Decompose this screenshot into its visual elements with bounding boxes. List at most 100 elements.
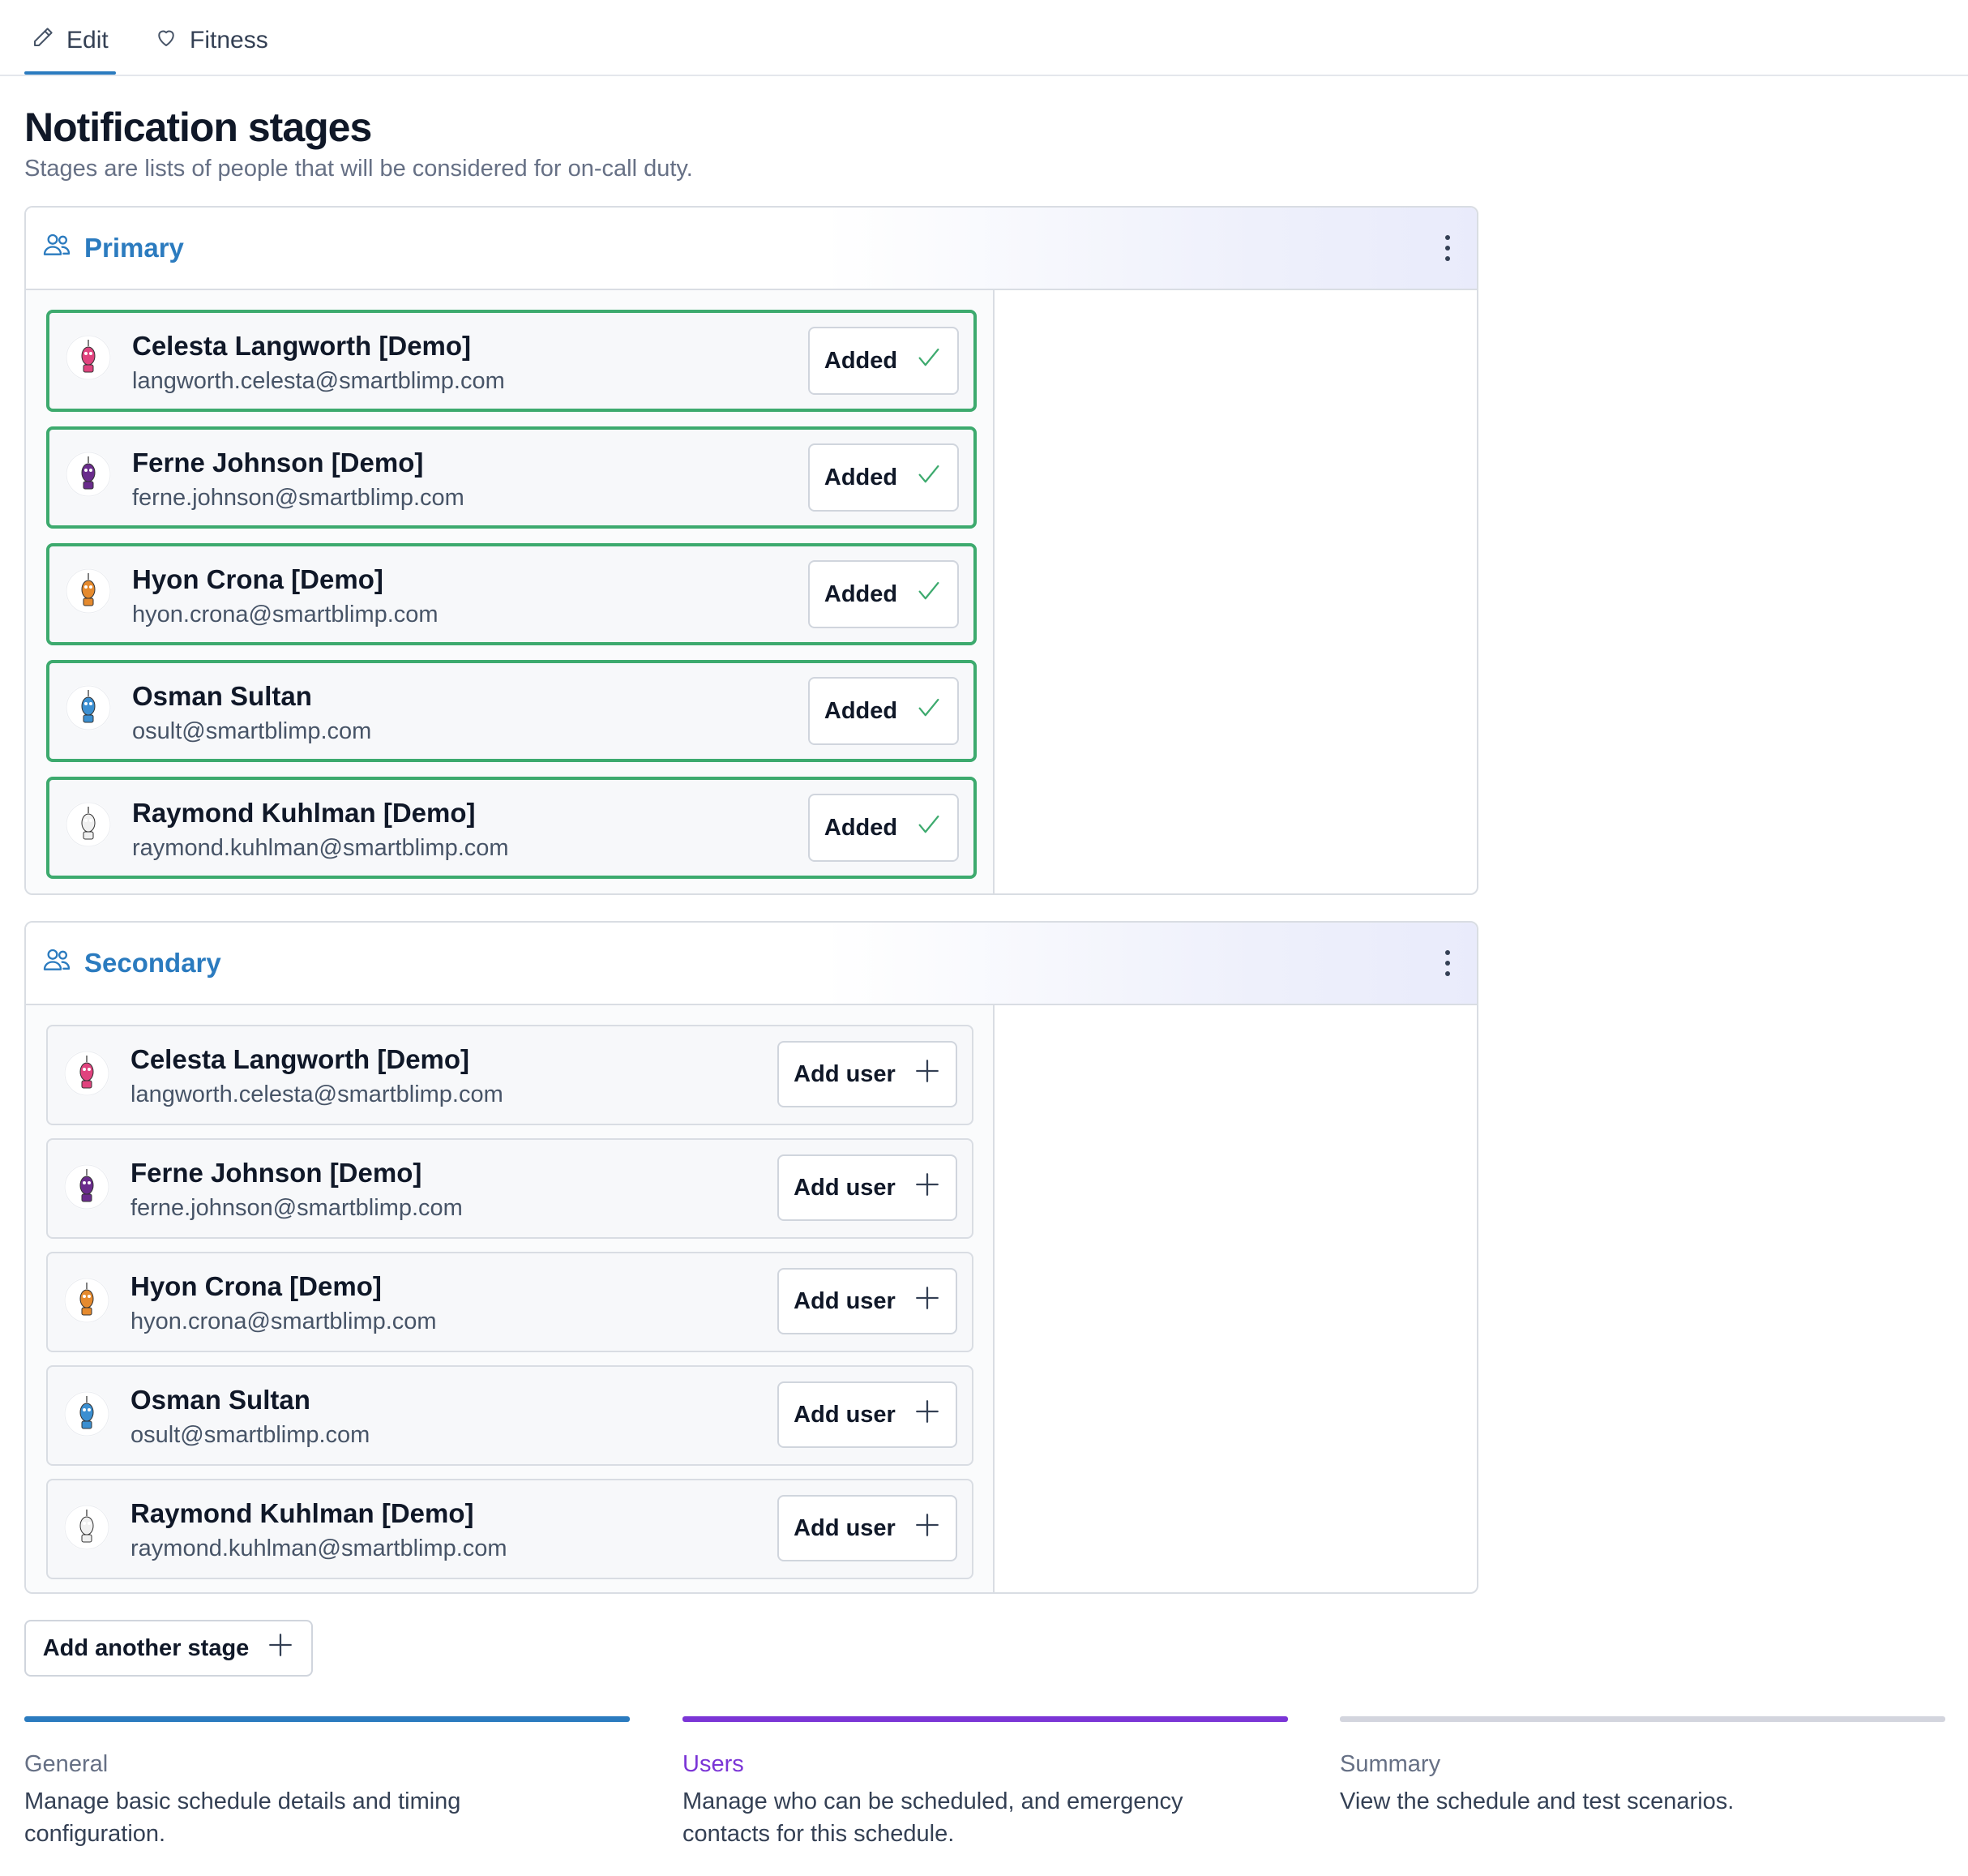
step-progress-bar <box>682 1716 1288 1722</box>
stage-menu-button[interactable] <box>1440 235 1456 261</box>
people-icon <box>41 944 73 983</box>
button-label: Add user <box>794 1174 896 1201</box>
user-name: Celesta Langworth [Demo] <box>132 331 472 361</box>
heart-icon <box>154 25 178 56</box>
button-label: Added <box>824 697 898 724</box>
check-icon <box>915 460 943 495</box>
step-description: Manage who can be scheduled, and emergen… <box>682 1788 1183 1847</box>
added-button[interactable]: Added <box>808 327 959 395</box>
button-label: Added <box>824 464 898 490</box>
stage-menu-button[interactable] <box>1440 950 1456 976</box>
user-card: Osman Sultan osult@smartblimp.com Added <box>46 660 977 762</box>
add-user-button[interactable]: Add user <box>777 1268 957 1334</box>
kebab-dot <box>1445 971 1450 976</box>
kebab-dot <box>1445 246 1450 251</box>
plus-icon <box>267 1631 294 1665</box>
user-email: langworth.celesta@smartblimp.com <box>132 368 505 394</box>
plus-icon <box>913 1057 941 1091</box>
stage-header: Primary <box>26 208 1477 290</box>
user-name: Hyon Crona [Demo] <box>132 564 383 594</box>
user-name: Osman Sultan <box>130 1385 310 1415</box>
step-title-summary[interactable]: Summary <box>1340 1751 1440 1778</box>
add-user-button[interactable]: Add user <box>777 1041 957 1107</box>
tab-edit[interactable]: Edit <box>31 23 109 58</box>
button-label: Added <box>824 347 898 374</box>
button-label: Added <box>824 814 898 841</box>
stage-user-list: Celesta Langworth [Demo] langworth.celest… <box>26 1005 995 1592</box>
step-progress-bar <box>1340 1716 1945 1722</box>
active-tab-indicator <box>24 71 116 75</box>
avatar <box>66 452 111 497</box>
user-email: hyon.crona@smartblimp.com <box>132 602 439 627</box>
avatar <box>66 685 111 730</box>
user-name: Ferne Johnson [Demo] <box>132 448 424 478</box>
stage-title[interactable]: Secondary <box>41 923 221 1004</box>
user-email: raymond.kuhlman@smartblimp.com <box>130 1535 507 1561</box>
button-label: Add user <box>794 1060 896 1087</box>
step-progress-bar <box>24 1716 630 1722</box>
avatar <box>64 1278 109 1323</box>
tab-fitness-label: Fitness <box>190 27 268 54</box>
kebab-dot <box>1445 950 1450 955</box>
plus-icon <box>913 1511 941 1545</box>
stage-user-list: Celesta Langworth [Demo] langworth.celest… <box>26 290 995 893</box>
user-card: Osman Sultan osult@smartblimp.com Add user <box>46 1365 973 1466</box>
step-description: View the schedule and test scenarios. <box>1340 1788 1735 1814</box>
add-user-button[interactable]: Add user <box>777 1495 957 1561</box>
user-email: ferne.johnson@smartblimp.com <box>130 1195 463 1221</box>
user-name: Celesta Langworth [Demo] <box>130 1044 470 1074</box>
stage-header: Secondary <box>26 923 1477 1005</box>
kebab-dot <box>1445 235 1450 240</box>
plus-icon <box>913 1171 941 1205</box>
tab-bar <box>0 0 1968 76</box>
button-label: Add user <box>794 1287 896 1314</box>
user-card: Raymond Kuhlman [Demo] raymond.kuhlman@sm… <box>46 777 977 879</box>
kebab-dot <box>1445 961 1450 966</box>
plus-icon <box>913 1284 941 1318</box>
avatar <box>66 568 111 614</box>
step-title-general[interactable]: General <box>24 1751 108 1778</box>
user-card: Ferne Johnson [Demo] ferne.johnson@smartb… <box>46 426 977 529</box>
stage-name-label: Primary <box>84 233 184 263</box>
added-button[interactable]: Added <box>808 443 959 512</box>
step-title-users[interactable]: Users <box>682 1751 744 1778</box>
user-email: ferne.johnson@smartblimp.com <box>132 485 464 511</box>
page-title: Notification stages <box>24 105 372 150</box>
added-button[interactable]: Added <box>808 560 959 628</box>
add-stage-button[interactable]: Add another stage <box>24 1620 313 1677</box>
user-card: Raymond Kuhlman [Demo] raymond.kuhlman@sm… <box>46 1479 973 1579</box>
add-user-button[interactable]: Add user <box>777 1154 957 1221</box>
stage-title[interactable]: Primary <box>41 208 184 289</box>
check-icon <box>915 344 943 378</box>
step-description: Manage basic schedule details and timing… <box>24 1788 461 1847</box>
button-label: Add user <box>794 1401 896 1428</box>
button-label: Add user <box>794 1514 896 1541</box>
add-stage-label: Add another stage <box>42 1634 250 1661</box>
check-icon <box>915 811 943 845</box>
pencil-icon <box>31 25 55 56</box>
avatar <box>66 802 111 847</box>
avatar <box>64 1505 109 1550</box>
avatar <box>64 1051 109 1096</box>
avatar <box>64 1391 109 1437</box>
user-name: Raymond Kuhlman [Demo] <box>132 798 476 828</box>
user-name: Osman Sultan <box>132 681 312 711</box>
kebab-dot <box>1445 256 1450 261</box>
user-email: hyon.crona@smartblimp.com <box>130 1308 437 1334</box>
check-icon <box>915 577 943 611</box>
stage-secondary: Secondary Celesta Langworth [Demo] langwor… <box>24 921 1478 1594</box>
button-label: Added <box>824 580 898 607</box>
user-card: Celesta Langworth [Demo] langworth.celest… <box>46 1025 973 1125</box>
page-subtitle: Stages are lists of people that will be … <box>24 156 693 182</box>
added-button[interactable]: Added <box>808 677 959 745</box>
add-user-button[interactable]: Add user <box>777 1381 957 1448</box>
stage-primary: Primary Celesta Langworth [Demo] langworth… <box>24 206 1478 895</box>
user-email: osult@smartblimp.com <box>132 718 372 744</box>
tab-edit-label: Edit <box>66 27 109 54</box>
user-name: Raymond Kuhlman [Demo] <box>130 1498 474 1528</box>
user-card: Ferne Johnson [Demo] ferne.johnson@smartb… <box>46 1138 973 1239</box>
user-card: Celesta Langworth [Demo] langworth.celest… <box>46 310 977 412</box>
tab-fitness[interactable]: Fitness <box>154 23 268 58</box>
avatar <box>64 1164 109 1210</box>
added-button[interactable]: Added <box>808 794 959 862</box>
